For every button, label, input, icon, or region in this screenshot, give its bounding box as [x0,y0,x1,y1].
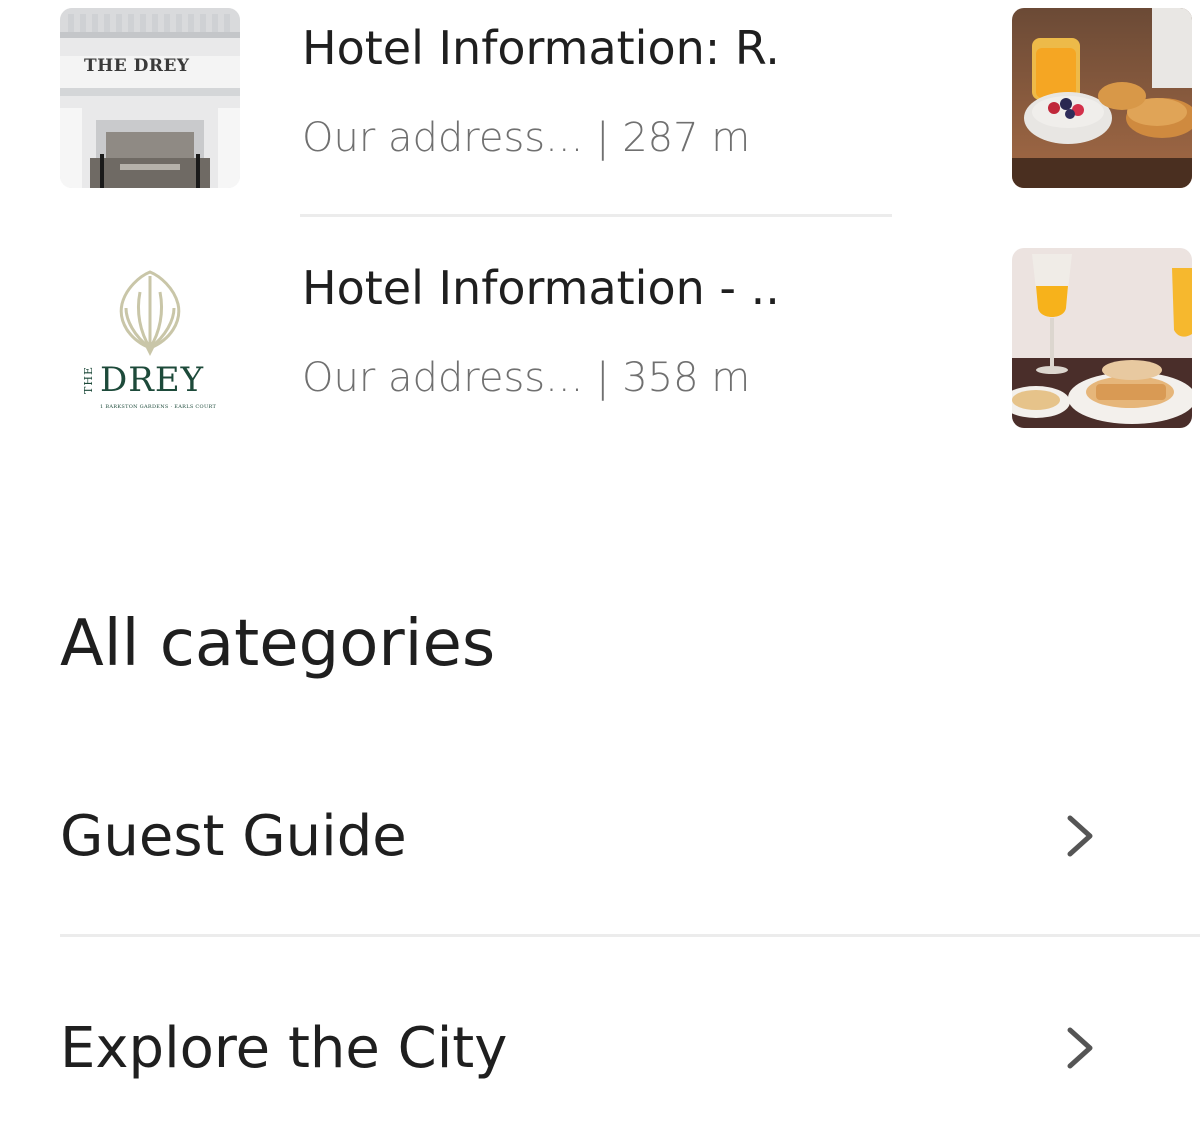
category-label: Guest Guide [60,804,407,869]
logo-wordmark: DREY [100,360,205,400]
logo-tagline: 1 BARKSTON GARDENS · EARLS COURT [100,404,217,410]
result-subtitle: Our address... | 358 m [302,355,751,401]
result-item[interactable]: THE DREY 1 BARKSTON GARDENS · EARLS COUR… [0,248,1200,428]
hotel-facade-image: THE DREY [60,8,240,188]
hotel-logo-image: THE DREY 1 BARKSTON GARDENS · EARLS COUR… [60,248,240,428]
breakfast-image [1012,8,1192,188]
logo-vertical-text: THE [82,366,95,394]
chevron-right-icon [1067,1027,1093,1069]
result-subtitle: Our address... | 287 m [302,115,751,161]
category-label: Explore the City [60,1016,508,1081]
result-title[interactable]: Hotel Information - .. [302,258,780,318]
result-title[interactable]: Hotel Information: R. [302,18,780,78]
hotel-sign-text: THE DREY [84,56,190,76]
shell-logo-icon [119,270,181,356]
result-item[interactable]: THE DREY Hotel Information: R. Our addre… [0,8,1200,188]
result-divider [300,214,892,217]
chevron-right-icon [1067,815,1093,857]
category-divider [60,934,1200,937]
section-title: All categories [60,607,496,681]
category-guest-guide[interactable]: Guest Guide [0,772,1200,892]
orange-juice-breakfast-image [1012,248,1192,428]
category-explore-the-city[interactable]: Explore the City [0,984,1200,1104]
